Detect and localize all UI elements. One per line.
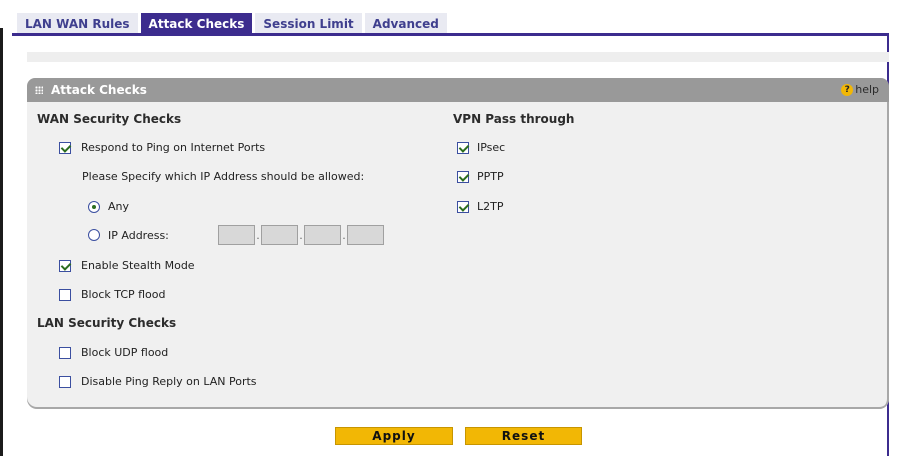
radio-any-row: Any	[88, 200, 129, 213]
tcp-flood-checkbox[interactable]	[59, 288, 71, 301]
l2tp-label: L2TP	[477, 200, 504, 213]
grip-icon	[35, 86, 43, 94]
stealth-row: Enable Stealth Mode	[59, 259, 195, 272]
stealth-mode-label: Enable Stealth Mode	[81, 259, 195, 272]
help-link[interactable]: ? help	[841, 78, 879, 102]
radio-ip-label: IP Address:	[108, 228, 169, 242]
radio-any-label: Any	[108, 200, 130, 213]
tab-lan-wan-rules[interactable]: LAN WAN Rules	[17, 13, 138, 35]
ipsec-row: IPsec	[457, 141, 505, 154]
ip-octet-4[interactable]	[347, 225, 384, 245]
udp-flood-row: Block UDP flood	[59, 346, 168, 359]
respond-ping-checkbox[interactable]	[59, 141, 71, 154]
l2tp-row: L2TP	[457, 200, 503, 213]
ping-reply-checkbox[interactable]	[59, 375, 71, 388]
panel-header: Attack Checks ? help	[27, 78, 889, 102]
tab-session-limit[interactable]: Session Limit	[255, 13, 362, 35]
radio-ip-row: IP Address: . . .	[88, 225, 384, 245]
ip-octet-1[interactable]	[218, 225, 255, 245]
specify-ip-text: Please Specify which IP Address should b…	[82, 170, 365, 183]
radio-ip-address[interactable]	[88, 229, 100, 241]
ipsec-checkbox[interactable]	[457, 141, 469, 154]
pptp-checkbox[interactable]	[457, 170, 469, 183]
tab-attack-checks[interactable]: Attack Checks	[140, 13, 253, 35]
reset-button[interactable]: Reset	[465, 427, 582, 445]
ip-octet-3[interactable]	[304, 225, 341, 245]
message-strip	[27, 52, 889, 62]
tab-bar: LAN WAN Rules Attack Checks Session Limi…	[17, 13, 450, 35]
udp-flood-checkbox[interactable]	[59, 346, 71, 359]
respond-ping-label: Respond to Ping on Internet Ports	[81, 141, 266, 154]
udp-flood-label: Block UDP flood	[81, 346, 169, 359]
pptp-row: PPTP	[457, 170, 504, 183]
l2tp-checkbox[interactable]	[457, 200, 469, 213]
ping-reply-row: Disable Ping Reply on LAN Ports	[59, 375, 257, 388]
left-border	[0, 28, 3, 456]
ping-reply-label: Disable Ping Reply on LAN Ports	[81, 375, 257, 388]
lan-security-heading: LAN Security Checks	[37, 316, 177, 330]
ip-octet-2[interactable]	[261, 225, 298, 245]
help-label: help	[855, 83, 879, 96]
respond-ping-row: Respond to Ping on Internet Ports	[59, 141, 265, 154]
ipsec-label: IPsec	[477, 141, 506, 154]
tab-advanced[interactable]: Advanced	[364, 13, 447, 35]
tcp-flood-label: Block TCP flood	[81, 288, 166, 301]
radio-any[interactable]	[88, 200, 100, 213]
tcp-flood-row: Block TCP flood	[59, 288, 166, 301]
stealth-mode-checkbox[interactable]	[59, 259, 71, 272]
pptp-label: PPTP	[477, 170, 504, 183]
help-icon: ?	[841, 84, 854, 96]
apply-button[interactable]: Apply	[335, 427, 453, 445]
vpn-passthrough-heading: VPN Pass through	[453, 112, 575, 126]
panel-title: Attack Checks	[51, 83, 147, 97]
wan-security-heading: WAN Security Checks	[37, 112, 182, 126]
